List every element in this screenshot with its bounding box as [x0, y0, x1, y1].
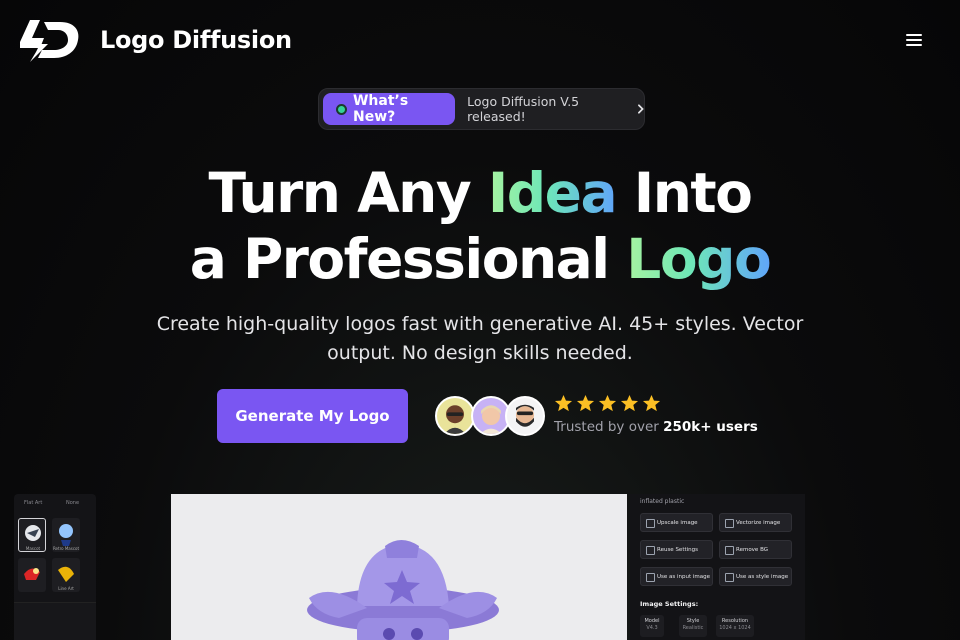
setting-label: Resolution [721, 618, 749, 624]
setting-model: Model V4.3 [640, 615, 664, 637]
hamburger-menu-icon[interactable] [906, 34, 922, 48]
chevron-right-icon [637, 104, 644, 114]
top-nav: Logo Diffusion [0, 0, 960, 82]
setting-value: V4.3 [646, 625, 658, 631]
setting-label: Style [686, 618, 700, 624]
cowboy-mascot-illustration [307, 540, 499, 640]
announcement-text: Logo Diffusion V.5 released! [467, 94, 580, 124]
vectorize-image-button[interactable]: Vectorize image [719, 513, 792, 532]
setting-style: Style Realistic [679, 615, 707, 637]
use-as-input-image-button[interactable]: Use as input image [640, 567, 713, 586]
image-settings-title: Image Settings: [640, 600, 699, 608]
style-thumb[interactable]: Retro Mascot [52, 518, 80, 552]
trusted-count: 250k+ users [663, 419, 758, 435]
logo-diffusion-mark-icon [20, 20, 79, 62]
setting-resolution: Resolution 1024 x 1024 [716, 615, 754, 637]
setting-value: 1024 x 1024 [719, 625, 751, 631]
rating-stars [554, 394, 661, 413]
headline-line2-start: a Professional [189, 227, 627, 291]
style-thumb[interactable] [18, 558, 46, 592]
avatar [435, 396, 475, 436]
thumb-label: Mascot [26, 546, 41, 551]
avatar [505, 396, 545, 436]
upscale-image-button[interactable]: Upscale image [640, 513, 713, 532]
use-as-style-image-button[interactable]: Use as style image [719, 567, 792, 586]
generate-my-logo-button[interactable]: Generate My Logo [217, 389, 408, 443]
thumb-label: Line Art [58, 586, 74, 591]
app-preview-screenshot: Flat Art None Mascot Retro Mascot Line A… [0, 490, 960, 640]
brand-name: Logo Diffusion [100, 26, 292, 54]
status-dot-icon [336, 103, 347, 115]
headline-highlight-idea: Idea [487, 161, 618, 225]
headline-highlight-logo: Logo [626, 227, 772, 291]
image-actions-panel: inflated plastic Upscale image Vectorize… [630, 494, 805, 640]
tab-none[interactable]: None [66, 500, 79, 506]
trusted-by-text: Trusted by over 250k+ users [554, 419, 758, 435]
star-icon [620, 394, 639, 412]
style-thumb[interactable]: Line Art [52, 558, 80, 592]
style-panel-footer [14, 602, 96, 640]
tab-flat-art[interactable]: Flat Art [24, 500, 42, 506]
prompt-text: inflated plastic [640, 498, 685, 505]
star-icon [598, 394, 617, 412]
generated-image-canvas [171, 494, 627, 640]
trusted-prefix: Trusted by over [554, 419, 664, 435]
reuse-settings-button[interactable]: Reuse Settings [640, 540, 713, 559]
whats-new-badge: What’s New? [323, 93, 456, 125]
thumb-label: Retro Mascot [53, 546, 80, 551]
headline-line1-end: Into [616, 161, 753, 225]
star-icon [554, 394, 573, 412]
hero-headline: Turn Any Idea Into a Professional Logo [0, 160, 960, 292]
hero-subtitle: Create high-quality logos fast with gene… [156, 313, 804, 364]
style-thumb[interactable]: Mascot [18, 518, 46, 552]
announcement-banner[interactable]: What’s New? Logo Diffusion V.5 released! [318, 88, 645, 130]
remove-bg-button[interactable]: Remove BG [719, 540, 792, 559]
setting-label: Model [644, 618, 660, 624]
whats-new-label: What’s New? [352, 93, 409, 125]
user-avatars [435, 396, 547, 438]
setting-value: Realistic [682, 625, 704, 631]
star-icon [576, 394, 595, 412]
headline-line1-start: Turn Any [208, 161, 488, 225]
star-icon [642, 394, 661, 412]
brand-logo-link[interactable]: Logo Diffusion [18, 18, 292, 62]
